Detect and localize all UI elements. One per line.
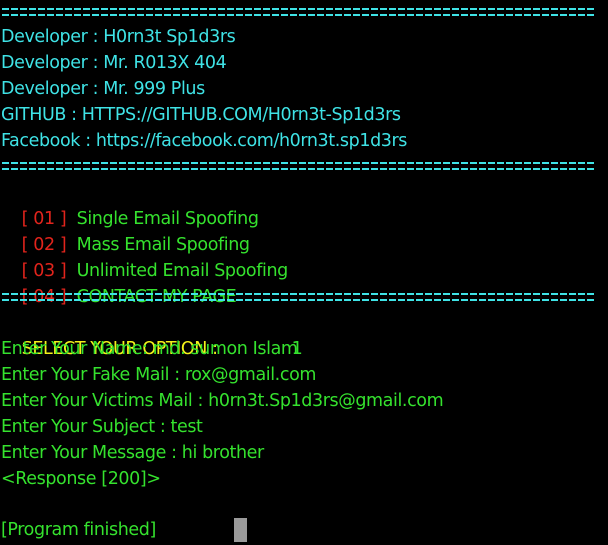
- developer-line: Developer : Mr. R013X 404: [1, 53, 227, 73]
- developer-line: Developer : Mr. 999 Plus: [1, 79, 205, 99]
- github-line: GITHUB : HTTPS://GITHUB.COM/H0rn3t-Sp1d3…: [1, 105, 401, 125]
- separator-line: [0, 5, 608, 19]
- option-prompt-line: SELECT YOUR OPTION :1: [1, 310, 303, 359]
- separator-line: [0, 159, 608, 173]
- victim-mail-input-line: Enter Your Victims Mail : h0rn3t.Sp1d3rs…: [1, 391, 444, 411]
- menu-item-unlimited-email: [ 03 ] Unlimited Email Spoofing: [1, 232, 289, 281]
- terminal-cursor[interactable]: [234, 518, 247, 542]
- response-status-line: <Response [200]>: [1, 469, 161, 489]
- name-input-line: Enter Your Name: md. sumon Islam: [1, 339, 298, 359]
- fake-mail-input-line: Enter Your Fake Mail : rox@gmail.com: [1, 365, 317, 385]
- menu-item-single-email: [ 01 ] Single Email Spoofing: [1, 180, 259, 229]
- subject-input-line: Enter Your Subject : test: [1, 417, 203, 437]
- menu-item-mass-email: [ 02 ] Mass Email Spoofing: [1, 206, 250, 255]
- developer-line: Developer : H0rn3t Sp1d3rs: [1, 27, 236, 47]
- program-finished-line: [Program finished]: [1, 520, 156, 540]
- message-input-line: Enter Your Message : hi brother: [1, 443, 264, 463]
- menu-item-contact-page: [ 04 ] CONTACT MY PAGE: [1, 258, 237, 307]
- separator-line: [0, 290, 608, 304]
- facebook-line: Facebook : https://facebook.com/h0rn3t.s…: [1, 131, 408, 151]
